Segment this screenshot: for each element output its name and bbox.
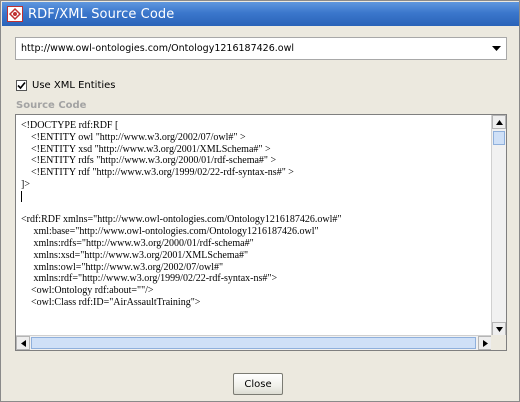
scroll-right-button[interactable] bbox=[478, 336, 492, 350]
code-line: <!ENTITY rdf "http://www.w3.org/1999/02/… bbox=[21, 167, 294, 179]
code-line: <owl:Class rdf:ID="AirAssaultTraining"> bbox=[21, 296, 201, 308]
rdf-logo-icon bbox=[6, 5, 24, 23]
arrow-down-icon bbox=[495, 326, 503, 332]
code-line: xmlns:xsd="http://www.w3.org/2001/XMLSch… bbox=[21, 249, 249, 261]
window-title: RDF/XML Source Code bbox=[28, 6, 175, 22]
arrow-up-icon bbox=[495, 119, 503, 125]
code-line: <!DOCTYPE rdf:RDF [ bbox=[21, 120, 119, 131]
arrow-right-icon bbox=[482, 339, 488, 347]
arrow-left-icon bbox=[20, 339, 26, 347]
code-line: xmlns:owl="http://www.w3.org/2002/07/owl… bbox=[21, 261, 224, 273]
ontology-select-value: http://www.owl-ontologies.com/Ontology12… bbox=[21, 43, 295, 54]
chevron-down-icon[interactable] bbox=[486, 38, 506, 59]
use-xml-entities-label: Use XML Entities bbox=[32, 79, 116, 91]
source-code-panel: <!DOCTYPE rdf:RDF [ <!ENTITY owl "http:/… bbox=[15, 114, 507, 351]
code-line: xmlns:rdf="http://www.w3.org/1999/02/22-… bbox=[21, 273, 278, 285]
scroll-left-button[interactable] bbox=[16, 336, 30, 350]
code-line: <!ENTITY xsd "http://www.w3.org/2001/XML… bbox=[21, 143, 271, 155]
text-caret bbox=[21, 190, 22, 202]
scrollbar-corner bbox=[491, 335, 506, 350]
code-line: ]> bbox=[21, 178, 30, 190]
code-line: <owl:Ontology rdf:about=""/> bbox=[21, 285, 154, 297]
code-line: <!ENTITY owl "http://www.w3.org/2002/07/… bbox=[21, 131, 246, 143]
code-line bbox=[21, 190, 492, 203]
title-bar[interactable]: RDF/XML Source Code bbox=[2, 2, 519, 26]
vertical-scroll-thumb[interactable] bbox=[493, 131, 505, 145]
source-code-text[interactable]: <!DOCTYPE rdf:RDF [ <!ENTITY owl "http:/… bbox=[16, 115, 492, 336]
scroll-up-button[interactable] bbox=[492, 115, 506, 129]
code-line: xmlns:rdfs="http://www.w3.org/2000/01/rd… bbox=[21, 237, 254, 249]
vertical-scrollbar[interactable] bbox=[491, 115, 506, 336]
code-line: <rdf:RDF xmlns="http://www.owl-ontologie… bbox=[21, 214, 342, 226]
code-line: xml:base="http://www.owl-ontologies.com/… bbox=[21, 226, 319, 238]
ontology-select[interactable]: http://www.owl-ontologies.com/Ontology12… bbox=[15, 37, 507, 60]
code-line: <!ENTITY rdfs "http://www.w3.org/2000/01… bbox=[21, 155, 277, 167]
horizontal-scrollbar[interactable] bbox=[16, 335, 492, 350]
scroll-down-button[interactable] bbox=[492, 322, 506, 336]
use-xml-entities-option[interactable]: Use XML Entities bbox=[16, 78, 116, 92]
rdf-source-dialog: RDF/XML Source Code http://www.owl-ontol… bbox=[0, 0, 520, 402]
use-xml-entities-checkbox[interactable] bbox=[16, 79, 27, 91]
close-button[interactable]: Close bbox=[233, 373, 283, 395]
source-code-label: Source Code bbox=[16, 100, 87, 111]
horizontal-scroll-thumb[interactable] bbox=[31, 337, 476, 349]
